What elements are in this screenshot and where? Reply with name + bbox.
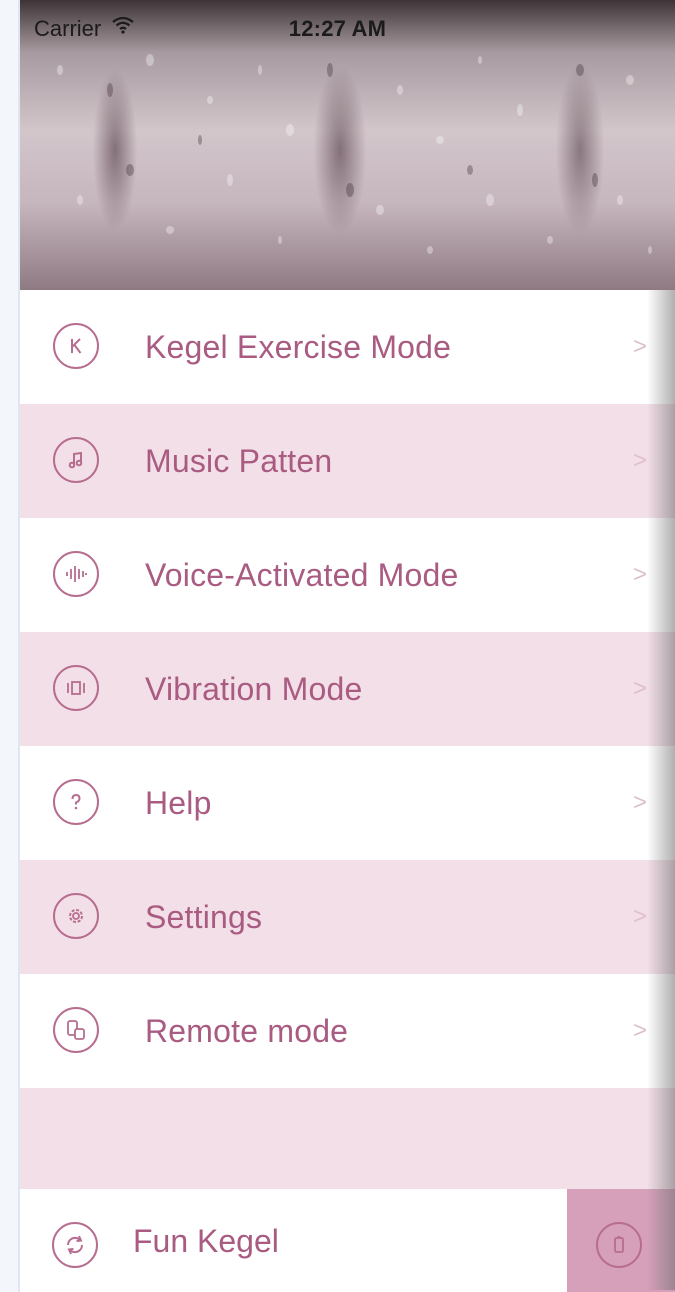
- chevron-right-icon: >: [632, 1017, 647, 1044]
- menu-item-label: Voice-Activated Mode: [145, 556, 459, 593]
- menu-item-label: Settings: [145, 898, 263, 935]
- music-note-icon: [53, 437, 99, 483]
- left-edge-strip: [0, 0, 20, 1292]
- chevron-right-icon: >: [632, 447, 647, 474]
- menu-item-label: Vibration Mode: [145, 670, 363, 707]
- menu-item-label: Help: [145, 784, 212, 821]
- menu-item-label: Remote mode: [145, 1012, 349, 1049]
- kegel-k-icon: [53, 323, 99, 369]
- menu-item-settings[interactable]: Settings >: [20, 860, 675, 974]
- menu-item-music-patten[interactable]: Music Patten >: [20, 404, 675, 518]
- footer-bar: Fun Kegel: [20, 1189, 675, 1292]
- side-menu: Kegel Exercise Mode > Music Patten > Voi…: [20, 290, 675, 1088]
- chevron-right-icon: >: [632, 903, 647, 930]
- menu-item-label: Music Patten: [145, 442, 333, 479]
- status-bar: Carrier 12:27 AM: [0, 0, 675, 41]
- chevron-right-icon: >: [632, 333, 647, 360]
- menu-item-kegel-exercise-mode[interactable]: Kegel Exercise Mode >: [20, 290, 675, 404]
- device-button[interactable]: [567, 1189, 675, 1292]
- device-icon: [596, 1222, 642, 1268]
- menu-item-help[interactable]: Help >: [20, 746, 675, 860]
- sound-wave-icon: [53, 551, 99, 597]
- remote-devices-icon: [53, 1007, 99, 1053]
- menu-item-label: Kegel Exercise Mode: [145, 328, 452, 365]
- menu-item-vibration-mode[interactable]: Vibration Mode >: [20, 632, 675, 746]
- question-icon: [53, 779, 99, 825]
- rain-drops-texture: [57, 54, 652, 254]
- menu-item-voice-activated-mode[interactable]: Voice-Activated Mode >: [20, 518, 675, 632]
- chevron-right-icon: >: [632, 561, 647, 588]
- chevron-right-icon: >: [632, 789, 647, 816]
- refresh-icon[interactable]: [52, 1222, 98, 1268]
- gear-icon: [53, 893, 99, 939]
- header-image: [20, 0, 675, 290]
- menu-spacer: [20, 1088, 675, 1189]
- vibration-icon: [53, 665, 99, 711]
- fun-kegel-label[interactable]: Fun Kegel: [133, 1223, 279, 1260]
- chevron-right-icon: >: [632, 675, 647, 702]
- menu-item-remote-mode[interactable]: Remote mode >: [20, 974, 675, 1088]
- clock-label: 12:27 AM: [288, 16, 387, 41]
